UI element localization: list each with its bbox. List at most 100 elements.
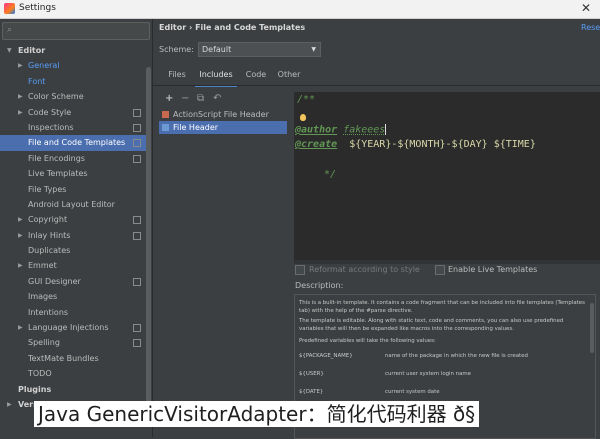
project-scope-icon <box>133 123 141 132</box>
chevron-right-icon[interactable]: ▶ <box>7 397 12 412</box>
sidebar-item-copyright[interactable]: ▶ Copyright <box>0 212 150 227</box>
scheme-value: Default <box>202 45 232 54</box>
settings-search-input[interactable]: ⌕ <box>2 22 150 40</box>
live-templates-checkbox[interactable] <box>435 265 445 275</box>
sidebar-scrollbar[interactable] <box>146 67 151 427</box>
sidebar-item-images[interactable]: Images <box>0 289 150 304</box>
live-templates-label: Enable Live Templates <box>448 265 538 274</box>
template-code-editor[interactable]: /** @author fakeees @create ${YEAR}-${MO… <box>294 92 600 264</box>
sidebar-item-spelling[interactable]: Spelling <box>0 335 150 350</box>
add-icon[interactable]: + <box>165 93 173 104</box>
sidebar-item-label: Language Injections <box>28 323 109 333</box>
chevron-down-icon[interactable]: ▼ <box>7 43 12 58</box>
list-item-file-header[interactable]: File Header <box>159 121 287 134</box>
variable-desc: name of the package in which the new fil… <box>385 353 528 359</box>
project-scope-icon <box>133 277 141 286</box>
chevron-right-icon[interactable]: ▶ <box>18 212 23 227</box>
article-caption: Java GenericVisitorAdapter：简化代码利器 ð§ <box>34 401 480 427</box>
description-label: Description: <box>295 281 344 290</box>
reformat-label: Reformat according to style <box>309 265 420 274</box>
actionscript-file-icon <box>162 111 169 118</box>
sidebar-item-file-encodings[interactable]: File Encodings <box>0 151 150 166</box>
tab-other[interactable]: Other <box>275 69 303 85</box>
variable-name: ${USER} <box>299 371 324 377</box>
variable-name: ${DATE} <box>299 389 324 395</box>
description-paragraph: Predefined variables will take the follo… <box>299 338 436 344</box>
chevron-right-icon[interactable]: ▶ <box>18 58 23 73</box>
sidebar-item-label: Code Style <box>28 107 72 117</box>
project-scope-icon <box>133 324 141 333</box>
settings-sidebar: ⌕ ▼ Editor ▶ General Font ▶ Color Scheme ▶ Code … <box>0 19 153 437</box>
sidebar-item-live-templates[interactable]: Live Templates <box>0 166 150 181</box>
chevron-right-icon[interactable]: ▶ <box>18 320 23 335</box>
tab-label: Includes <box>199 70 233 79</box>
close-icon[interactable]: ✕ <box>581 1 591 15</box>
sidebar-item-language-injections[interactable]: ▶ Language Injections <box>0 320 150 335</box>
project-scope-icon <box>133 339 141 348</box>
tab-divider <box>153 85 600 86</box>
code-line-author: @author fakeees <box>295 124 387 136</box>
sidebar-item-label: TODO <box>28 369 52 379</box>
sidebar-item-label: File Encodings <box>28 153 85 163</box>
sidebar-item-textmate-bundles[interactable]: TextMate Bundles <box>0 351 150 366</box>
create-value: ${YEAR}-${MONTH}-${DAY} ${TIME} <box>349 139 536 150</box>
description-scrollbar[interactable] <box>590 303 594 353</box>
template-label: ActionScript File Header <box>173 110 269 119</box>
sidebar-item-label: Inlay Hints <box>28 230 71 240</box>
revert-icon[interactable]: ↶ <box>213 93 221 104</box>
sidebar-item-label: TextMate Bundles <box>28 353 99 363</box>
sidebar-item-inlay-hints[interactable]: ▶ Inlay Hints <box>0 228 150 243</box>
tab-files[interactable]: Files <box>165 69 189 85</box>
scheme-label: Scheme: <box>159 45 194 54</box>
author-tag: @author <box>295 124 338 136</box>
window-title: Settings <box>19 3 56 13</box>
sidebar-item-plugins[interactable]: Plugins <box>0 382 150 397</box>
sidebar-item-color-scheme[interactable]: ▶ Color Scheme <box>0 89 150 104</box>
project-scope-icon <box>133 108 141 117</box>
sidebar-item-label: Live Templates <box>28 169 88 179</box>
sidebar-item-font[interactable]: Font <box>0 74 150 89</box>
lightbulb-icon[interactable] <box>300 114 306 121</box>
tab-label: Other <box>277 70 301 79</box>
sidebar-item-intentions[interactable]: Intentions <box>0 305 150 320</box>
code-line-comment-open: /** <box>297 94 316 105</box>
template-label: File Header <box>173 123 219 132</box>
editor-hscrollbar[interactable] <box>294 260 600 264</box>
sidebar-item-editor[interactable]: ▼ Editor <box>0 43 150 58</box>
sidebar-item-emmet[interactable]: ▶ Emmet <box>0 258 150 273</box>
remove-icon[interactable]: − <box>181 93 189 104</box>
list-item-actionscript-header[interactable]: ActionScript File Header <box>159 108 287 121</box>
copy-icon[interactable]: ⧉ <box>197 93 204 104</box>
sidebar-item-label: File Types <box>28 184 67 194</box>
reformat-checkbox[interactable] <box>295 265 305 275</box>
sidebar-item-general[interactable]: ▶ General <box>0 58 150 73</box>
sidebar-item-inspections[interactable]: Inspections <box>0 120 150 135</box>
chevron-right-icon[interactable]: ▶ <box>18 258 23 273</box>
sidebar-item-file-and-code-templates[interactable]: File and Code Templates <box>0 135 150 151</box>
sidebar-item-label: Copyright <box>28 215 68 225</box>
sidebar-item-code-style[interactable]: ▶ Code Style <box>0 105 150 120</box>
sidebar-item-todo[interactable]: TODO <box>0 366 150 381</box>
author-value: fakeees <box>343 124 386 136</box>
chevron-right-icon[interactable]: ▶ <box>18 89 23 104</box>
tab-code[interactable]: Code <box>243 69 269 85</box>
sidebar-item-file-types[interactable]: File Types <box>0 182 150 197</box>
sidebar-item-android-layout-editor[interactable]: Android Layout Editor <box>0 197 150 212</box>
chevron-right-icon[interactable]: ▶ <box>18 105 23 120</box>
sidebar-item-duplicates[interactable]: Duplicates <box>0 243 150 258</box>
sidebar-item-label: Android Layout Editor <box>28 199 115 209</box>
scheme-dropdown[interactable]: Default ▼ <box>198 42 321 57</box>
chevron-right-icon[interactable]: ▶ <box>18 228 23 243</box>
reset-link[interactable]: Reset <box>581 23 600 32</box>
tab-label: Code <box>245 70 267 79</box>
sidebar-item-gui-designer[interactable]: GUI Designer <box>0 274 150 289</box>
sidebar-item-label: Spelling <box>28 338 60 348</box>
title-bar: Settings ✕ <box>0 0 600 19</box>
file-icon <box>162 124 169 131</box>
settings-content: Editor › File and Code Templates Reset S… <box>153 19 600 439</box>
settings-tree: ▼ Editor ▶ General Font ▶ Color Scheme ▶ Code St… <box>0 43 150 412</box>
project-scope-icon <box>133 139 141 148</box>
templates-list: ActionScript File Header File Header <box>159 108 287 134</box>
description-paragraph: The template is editable. Along with sta… <box>299 318 564 332</box>
code-line-create: @create ${YEAR}-${MONTH}-${DAY} ${TIME} <box>295 139 536 150</box>
